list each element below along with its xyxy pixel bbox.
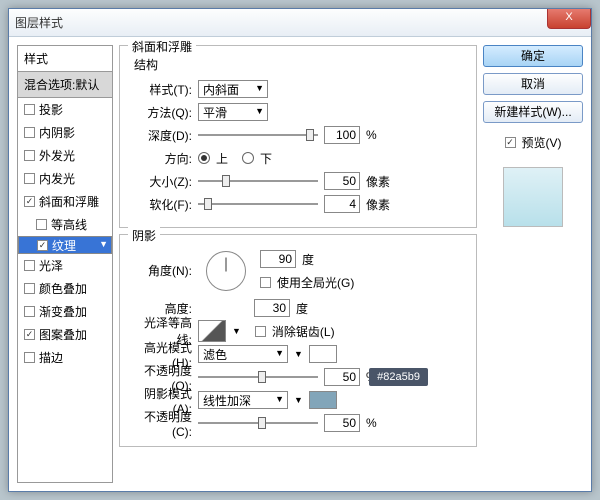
sidebar-item-10[interactable]: 图案叠加 [18, 323, 112, 346]
sidebar-checkbox[interactable] [24, 173, 35, 184]
settings-panel: 斜面和浮雕 结构 样式(T):内斜面 方法(Q):平滑 深度(D):100% 方… [119, 45, 477, 483]
sidebar-checkbox[interactable] [36, 219, 47, 230]
titlebar: 图层样式 X [9, 9, 591, 37]
styles-sidebar: 样式 混合选项:默认 投影内阴影外发光内发光斜面和浮雕等高线纹理光泽颜色叠加渐变… [17, 45, 113, 483]
soften-input[interactable]: 4 [324, 195, 360, 213]
preview-swatch [503, 167, 563, 227]
size-input[interactable]: 50 [324, 172, 360, 190]
technique-label: 方法(Q): [130, 104, 192, 121]
sidebar-item-4[interactable]: 斜面和浮雕 [18, 190, 112, 213]
technique-select[interactable]: 平滑 [198, 103, 268, 121]
bevel-group: 斜面和浮雕 结构 样式(T):内斜面 方法(Q):平滑 深度(D):100% 方… [119, 45, 477, 228]
sidebar-item-label: 内发光 [39, 170, 75, 187]
style-select[interactable]: 内斜面 [198, 80, 268, 98]
sidebar-checkbox[interactable] [24, 283, 35, 294]
style-label: 样式(T): [130, 81, 192, 98]
layer-style-dialog: 图层样式 X 样式 混合选项:默认 投影内阴影外发光内发光斜面和浮雕等高线纹理光… [8, 8, 592, 492]
sidebar-item-11[interactable]: 描边 [18, 346, 112, 369]
angle-label: 角度(N): [130, 262, 192, 279]
sidebar-header: 样式 [18, 46, 112, 72]
sidebar-item-label: 外发光 [39, 147, 75, 164]
cancel-button[interactable]: 取消 [483, 73, 583, 95]
shadow-opacity-input[interactable]: 50 [324, 414, 360, 432]
gloss-contour-picker[interactable] [198, 320, 226, 342]
size-label: 大小(Z): [130, 173, 192, 190]
depth-input[interactable]: 100 [324, 126, 360, 144]
sidebar-item-8[interactable]: 颜色叠加 [18, 277, 112, 300]
sidebar-item-label: 渐变叠加 [39, 303, 87, 320]
sidebar-item-7[interactable]: 光泽 [18, 254, 112, 277]
shading-group: 阴影 角度(N): 90度 使用全局光(G) 高度:30度 光泽等高线:▼消除锯… [119, 234, 477, 447]
sidebar-checkbox[interactable] [24, 150, 35, 161]
sidebar-item-label: 光泽 [39, 257, 63, 274]
highlight-opacity-slider[interactable] [198, 370, 318, 384]
sidebar-item-2[interactable]: 外发光 [18, 144, 112, 167]
direction-label: 方向: [130, 150, 192, 167]
sidebar-item-6[interactable]: 纹理 [18, 236, 112, 254]
sidebar-item-9[interactable]: 渐变叠加 [18, 300, 112, 323]
sidebar-checkbox[interactable] [24, 306, 35, 317]
preview-checkbox[interactable] [505, 137, 516, 148]
sidebar-item-label: 投影 [39, 101, 63, 118]
shadow-opacity-label: 不透明度(C): [130, 408, 192, 439]
ok-button[interactable]: 确定 [483, 45, 583, 67]
sidebar-checkbox[interactable] [24, 329, 35, 340]
sidebar-item-label: 颜色叠加 [39, 280, 87, 297]
highlight-color-swatch[interactable] [309, 345, 337, 363]
shadow-mode-select[interactable]: 线性加深 [198, 391, 288, 409]
sidebar-item-3[interactable]: 内发光 [18, 167, 112, 190]
sidebar-item-1[interactable]: 内阴影 [18, 121, 112, 144]
altitude-input[interactable]: 30 [254, 299, 290, 317]
sidebar-item-0[interactable]: 投影 [18, 98, 112, 121]
sidebar-item-label: 描边 [39, 349, 63, 366]
sidebar-item-label: 图案叠加 [39, 326, 87, 343]
angle-input[interactable]: 90 [260, 250, 296, 268]
size-slider[interactable] [198, 174, 318, 188]
highlight-mode-select[interactable]: 滤色 [198, 345, 288, 363]
group-title: 斜面和浮雕 [128, 38, 196, 55]
sidebar-checkbox[interactable] [24, 260, 35, 271]
sidebar-checkbox[interactable] [24, 196, 35, 207]
sidebar-checkbox[interactable] [24, 104, 35, 115]
antialias-checkbox[interactable] [255, 326, 266, 337]
soften-slider[interactable] [198, 197, 318, 211]
sidebar-checkbox[interactable] [24, 352, 35, 363]
sidebar-checkbox[interactable] [24, 127, 35, 138]
direction-down-radio[interactable] [242, 152, 254, 164]
sidebar-checkbox[interactable] [37, 240, 48, 251]
depth-label: 深度(D): [130, 127, 192, 144]
shadow-color-swatch[interactable] [309, 391, 337, 409]
shading-title: 阴影 [128, 227, 160, 244]
depth-slider[interactable] [198, 128, 318, 142]
action-panel: 确定 取消 新建样式(W)... 预览(V) [483, 45, 583, 483]
sidebar-item-label: 纹理 [52, 237, 76, 254]
sidebar-item-label: 斜面和浮雕 [39, 193, 99, 210]
sidebar-item-5[interactable]: 等高线 [18, 213, 112, 236]
color-tooltip: #82a5b9 [369, 368, 428, 386]
global-light-checkbox[interactable] [260, 277, 271, 288]
shadow-opacity-slider[interactable] [198, 416, 318, 430]
highlight-opacity-input[interactable]: 50 [324, 368, 360, 386]
soften-label: 软化(F): [130, 196, 192, 213]
sidebar-item-label: 等高线 [51, 216, 87, 233]
direction-up-radio[interactable] [198, 152, 210, 164]
sidebar-item-label: 内阴影 [39, 124, 75, 141]
new-style-button[interactable]: 新建样式(W)... [483, 101, 583, 123]
window-title: 图层样式 [15, 14, 63, 31]
structure-label: 结构 [134, 56, 466, 73]
blend-options[interactable]: 混合选项:默认 [18, 72, 112, 98]
angle-dial[interactable] [206, 251, 246, 291]
close-button[interactable]: X [547, 9, 591, 29]
